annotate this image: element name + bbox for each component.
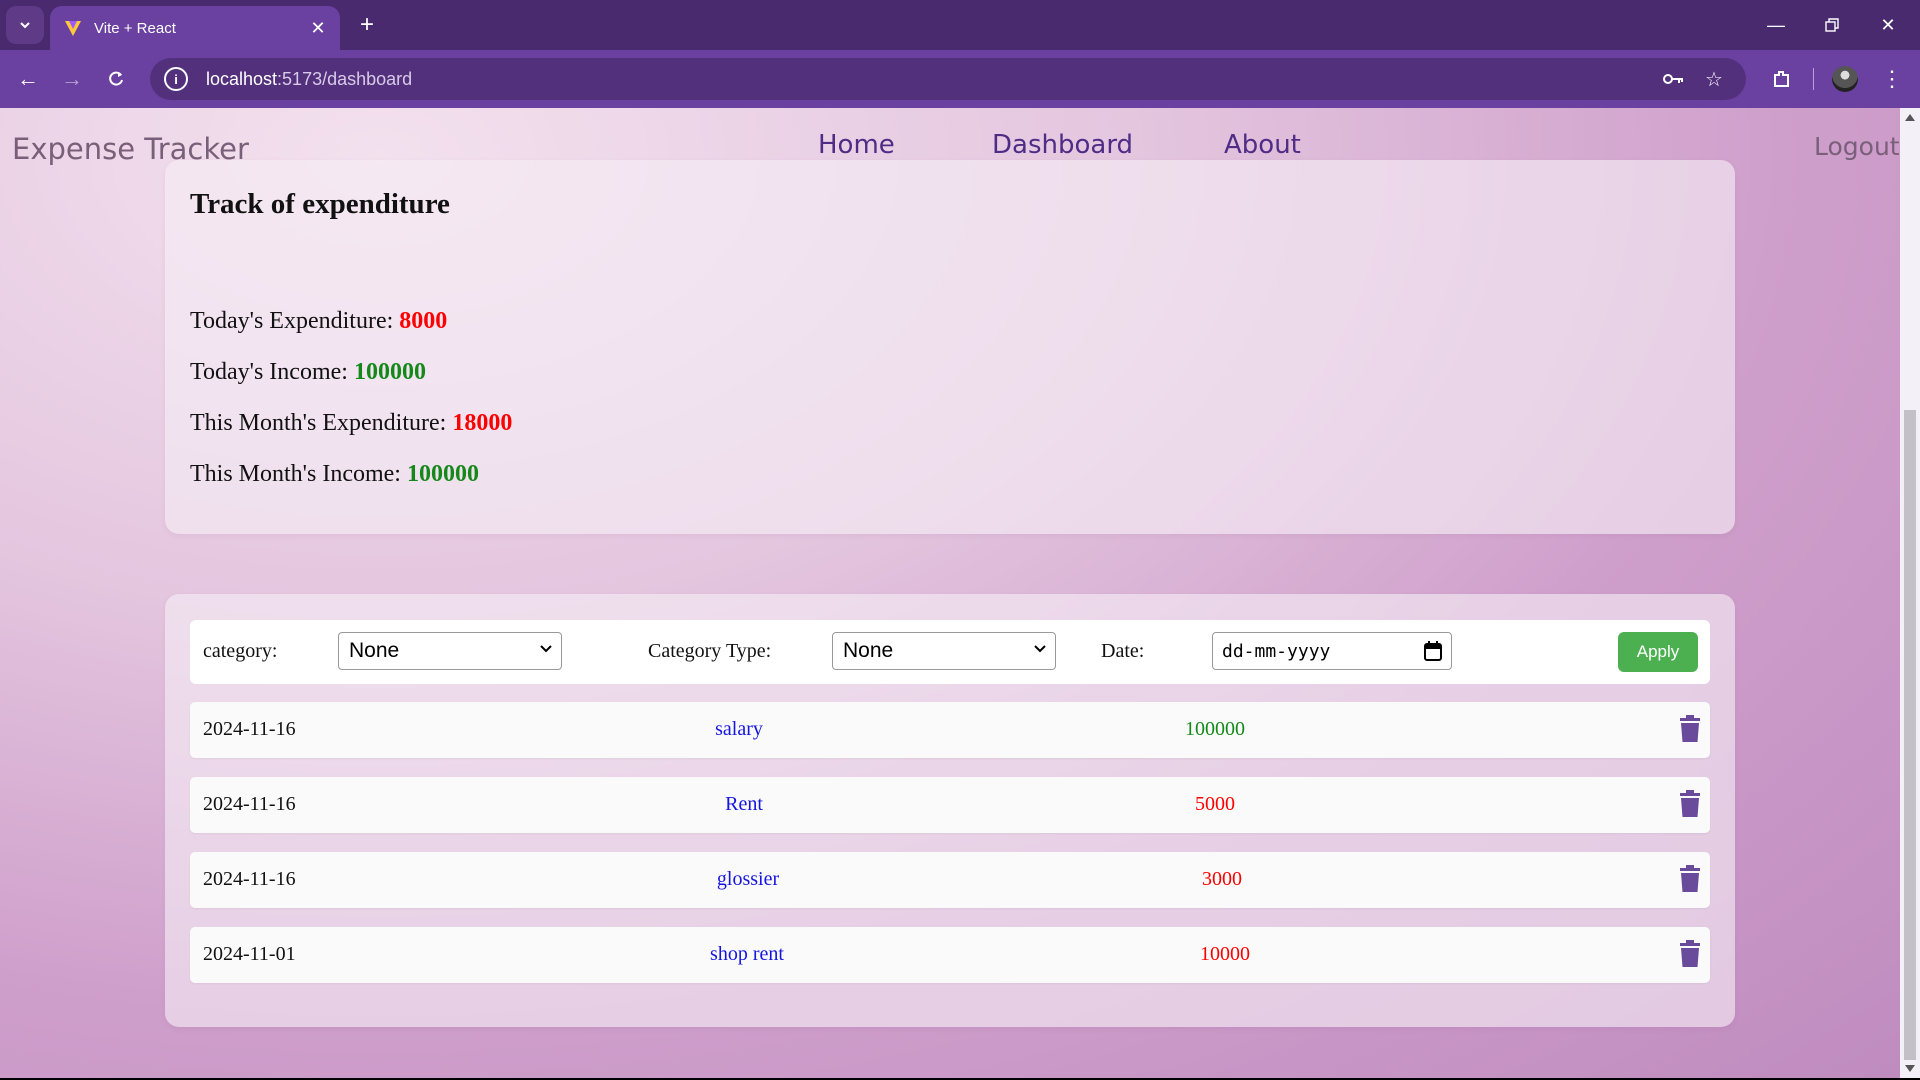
chevron-down-icon xyxy=(539,641,553,660)
category-select[interactable]: None xyxy=(338,632,562,670)
page-scrollbar[interactable] xyxy=(1900,108,1920,1078)
transaction-date: 2024-11-16 xyxy=(203,718,296,740)
calendar-icon[interactable] xyxy=(1423,640,1443,667)
transaction-amount: 3000 xyxy=(1202,868,1242,890)
trash-icon[interactable] xyxy=(1678,715,1702,743)
date-input[interactable]: dd-mm-yyyy xyxy=(1212,632,1452,670)
close-window-icon[interactable]: ✕ xyxy=(1860,0,1916,50)
transactions-card: category: None Category Type: None Date:… xyxy=(165,594,1735,1027)
back-icon[interactable]: ← xyxy=(10,61,46,97)
stat-month-expenditure: This Month's Expenditure: 18000 xyxy=(190,410,513,436)
apply-button[interactable]: Apply xyxy=(1618,632,1698,672)
transaction-amount: 10000 xyxy=(1200,943,1250,965)
toolbar-divider xyxy=(1813,68,1814,90)
scroll-down-icon[interactable] xyxy=(1905,1065,1915,1072)
page-viewport: Expense Tracker Home Dashboard About Log… xyxy=(0,108,1900,1078)
more-menu-icon[interactable]: ⋮ xyxy=(1874,61,1910,97)
transaction-row: 2024-11-16 salary 100000 xyxy=(190,702,1710,758)
transaction-date: 2024-11-16 xyxy=(203,793,296,815)
stat-today-expenditure: Today's Expenditure: 8000 xyxy=(190,308,448,334)
vite-icon xyxy=(62,17,84,39)
transaction-amount: 100000 xyxy=(1185,718,1245,740)
transaction-date: 2024-11-16 xyxy=(203,868,296,890)
stat-today-income: Today's Income: 100000 xyxy=(190,359,426,385)
transaction-category: Rent xyxy=(725,793,763,815)
close-tab-icon[interactable]: ✕ xyxy=(304,14,332,42)
trash-icon[interactable] xyxy=(1678,940,1702,968)
scrollbar-thumb[interactable] xyxy=(1904,410,1916,1060)
profile-avatar[interactable] xyxy=(1832,66,1858,92)
browser-tab[interactable]: Vite + React ✕ xyxy=(50,6,340,50)
category-type-select[interactable]: None xyxy=(832,632,1056,670)
nav-home[interactable]: Home xyxy=(818,130,895,160)
nav-dashboard[interactable]: Dashboard xyxy=(992,130,1133,160)
date-label: Date: xyxy=(1101,640,1145,662)
scroll-up-icon[interactable] xyxy=(1905,114,1915,121)
bookmark-star-icon[interactable]: ☆ xyxy=(1702,67,1726,91)
tab-search-button[interactable] xyxy=(6,6,44,44)
new-tab-button[interactable]: + xyxy=(350,8,384,42)
category-type-label: Category Type: xyxy=(648,640,772,662)
logout-link[interactable]: Logout xyxy=(1814,132,1900,161)
minimize-icon[interactable]: — xyxy=(1748,0,1804,50)
address-bar[interactable]: i localhost:5173/dashboard ☆ xyxy=(150,58,1746,100)
trash-icon[interactable] xyxy=(1678,790,1702,818)
transaction-category: salary xyxy=(715,718,763,740)
transaction-date: 2024-11-01 xyxy=(203,943,296,965)
transaction-amount: 5000 xyxy=(1195,793,1235,815)
transaction-category: shop rent xyxy=(710,943,784,965)
extensions-icon[interactable] xyxy=(1764,61,1800,97)
url-text: localhost:5173/dashboard xyxy=(206,68,413,89)
reload-icon[interactable] xyxy=(98,61,134,97)
forward-icon[interactable]: → xyxy=(54,61,90,97)
browser-tabstrip: Vite + React ✕ + — ✕ xyxy=(0,0,1920,50)
stat-month-income: This Month's Income: 100000 xyxy=(190,461,479,487)
tab-title: Vite + React xyxy=(94,19,176,37)
chevron-down-icon xyxy=(20,22,30,29)
browser-toolbar: ← → i localhost:5173/dashboard ☆ ⋮ xyxy=(0,50,1920,108)
filter-bar: category: None Category Type: None Date:… xyxy=(190,620,1710,684)
nav-about[interactable]: About xyxy=(1224,130,1301,160)
trash-icon[interactable] xyxy=(1678,865,1702,893)
summary-title: Track of expenditure xyxy=(190,188,450,220)
password-key-icon[interactable] xyxy=(1662,67,1686,91)
transaction-row: 2024-11-01 shop rent 10000 xyxy=(190,927,1710,983)
chevron-down-icon xyxy=(1033,641,1047,660)
summary-card: Track of expenditure Today's Expenditure… xyxy=(165,160,1735,534)
transaction-row: 2024-11-16 Rent 5000 xyxy=(190,777,1710,833)
transaction-row: 2024-11-16 glossier 3000 xyxy=(190,852,1710,908)
restore-icon[interactable] xyxy=(1804,0,1860,50)
site-info-icon[interactable]: i xyxy=(164,67,188,91)
transaction-category: glossier xyxy=(716,868,780,890)
category-label: category: xyxy=(203,640,278,662)
